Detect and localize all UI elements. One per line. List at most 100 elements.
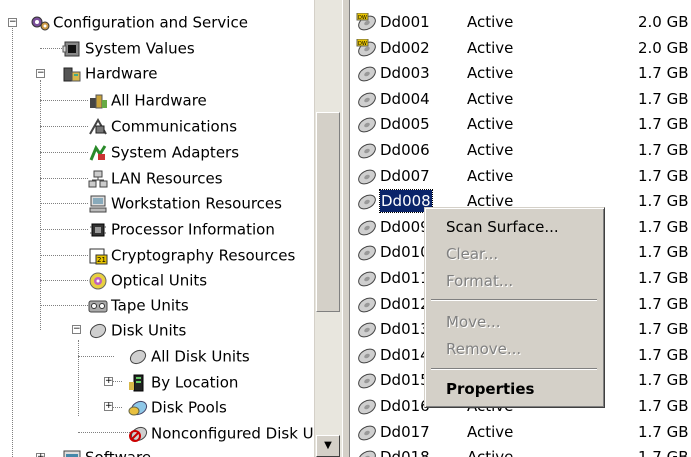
tree-item-processor-information[interactable]: Processor Information — [88, 218, 275, 240]
disk-unit-name: Dd015 — [380, 371, 430, 389]
disk-unit-capacity: 2.0 GB — [638, 39, 689, 57]
list-item[interactable]: Dd003 Active 1.7 GB — [350, 62, 691, 84]
scroll-down-button[interactable]: ▼ — [316, 435, 340, 457]
tree-item-label: LAN Resources — [111, 169, 223, 188]
disk-unit-name: Dd009 — [380, 218, 430, 236]
tree-line — [40, 229, 88, 231]
expand-expander[interactable]: + — [104, 377, 113, 386]
menu-item-scan-surface[interactable]: Scan Surface... — [428, 214, 601, 240]
list-item[interactable]: Dd007 Active 1.7 GB — [350, 165, 691, 187]
disk-unit-name: Dd002 — [380, 39, 430, 57]
optical-disc-icon — [88, 272, 108, 290]
disk-icon: DW — [356, 38, 378, 57]
menu-item-move[interactable]: Move... — [428, 309, 601, 335]
hardware-icon — [62, 65, 82, 83]
tree-item-communications[interactable]: Communications — [88, 115, 237, 137]
pane-splitter[interactable] — [342, 0, 350, 457]
dw-badge-icon — [356, 13, 368, 21]
tree-item-label: Communications — [111, 117, 238, 136]
tree-item-nonconfigured-disk-units[interactable]: Nonconfigured Disk Units — [128, 422, 314, 444]
tree-line — [40, 255, 88, 257]
tree-item-label: Configuration and Service — [53, 13, 248, 32]
tree-line — [40, 280, 88, 282]
scrollbar-thumb[interactable] — [316, 112, 340, 312]
tree-item-system-values[interactable]: System Values — [62, 37, 195, 59]
tree-item-label: Optical Units — [111, 271, 208, 290]
tree-item-label: Software — [85, 449, 151, 457]
tree-item-label: Tape Units — [111, 296, 189, 315]
disk-icon — [356, 397, 378, 415]
tree-line — [78, 432, 130, 434]
menu-item-clear[interactable]: Clear... — [428, 241, 601, 267]
disk-unit-status: Active — [467, 167, 514, 185]
tree-item-tape-units[interactable]: Tape Units — [88, 294, 189, 316]
disk-unit-capacity: 1.7 GB — [638, 371, 689, 389]
disk-icon — [356, 371, 378, 389]
disk-unit-status: Active — [467, 448, 514, 457]
disk-unit-name: Dd012 — [380, 295, 430, 313]
list-item[interactable]: Dd004 Active 1.7 GB — [350, 88, 691, 110]
tree-item-system-adapters[interactable]: System Adapters — [88, 141, 239, 163]
tree-item-lan-resources[interactable]: LAN Resources — [88, 167, 223, 189]
system-values-icon — [62, 40, 82, 58]
tree-item-label: By Location — [151, 373, 239, 392]
all-hardware-icon — [88, 92, 108, 110]
disk-unit-capacity: 1.7 GB — [638, 115, 689, 133]
disk-unit-name: Dd013 — [380, 320, 430, 338]
disk-unit-capacity: 1.7 GB — [638, 397, 689, 415]
tree-item-hardware[interactable]: Hardware — [62, 62, 157, 84]
menu-item-remove[interactable]: Remove... — [428, 336, 601, 362]
list-item[interactable]: Dd006 Active 1.7 GB — [350, 139, 691, 161]
tree-item-all-hardware[interactable]: All Hardware — [88, 89, 207, 111]
disk-unit-capacity: 1.7 GB — [638, 64, 689, 82]
disk-unit-name: Dd006 — [380, 141, 430, 159]
disk-icon — [356, 141, 378, 159]
menu-item-properties[interactable]: Properties — [428, 376, 601, 402]
disk-unit-capacity: 1.7 GB — [638, 346, 689, 364]
tree-item-label: System Values — [85, 39, 195, 58]
disk-icon — [356, 243, 378, 261]
disk-unit-capacity: 1.7 GB — [638, 141, 689, 159]
processor-icon — [88, 221, 108, 239]
tree-item-software[interactable]: Software — [62, 446, 151, 457]
list-item[interactable]: Dd017 Active 1.7 GB — [350, 421, 691, 443]
list-item[interactable]: DW Dd002 Active 2.0 GB — [350, 37, 691, 59]
expand-expander[interactable]: + — [36, 453, 45, 457]
disk-icon — [356, 346, 378, 364]
tree-item-label: Disk Units — [111, 321, 187, 340]
tree-item-all-disk-units[interactable]: All Disk Units — [128, 345, 250, 367]
tree-line — [40, 48, 62, 50]
tree-item-configuration-and-service[interactable]: Configuration and Service — [30, 11, 248, 33]
collapse-expander[interactable]: − — [72, 325, 81, 334]
tree-item-label: All Disk Units — [151, 347, 250, 366]
menu-item-format[interactable]: Format... — [428, 268, 601, 294]
tree-line — [40, 203, 88, 205]
disk-unit-status: Active — [467, 39, 514, 57]
disk-unit-name: Dd007 — [380, 167, 430, 185]
location-icon — [128, 374, 148, 392]
collapse-expander[interactable]: − — [8, 18, 17, 27]
disk-unit-capacity: 2.0 GB — [638, 13, 689, 31]
disk-icon — [356, 423, 378, 441]
collapse-expander[interactable]: − — [36, 69, 45, 78]
software-icon — [62, 449, 82, 457]
tree-line — [40, 126, 88, 128]
expand-expander[interactable]: + — [104, 402, 113, 411]
disk-unit-capacity: 1.7 GB — [638, 218, 689, 236]
navigation-tree: − Configuration and Service System Value… — [0, 0, 314, 457]
list-item[interactable]: DW Dd001 Active 2.0 GB — [350, 11, 691, 33]
tree-item-by-location[interactable]: By Location — [128, 371, 238, 393]
tree-line — [78, 356, 114, 358]
dw-badge-icon — [356, 39, 368, 47]
tree-item-disk-units[interactable]: Disk Units — [88, 319, 186, 341]
tree-item-workstation-resources[interactable]: Workstation Resources — [88, 192, 282, 214]
list-item[interactable]: Dd005 Active 1.7 GB — [350, 113, 691, 135]
disk-icon — [356, 115, 378, 133]
tree-item-disk-pools[interactable]: Disk Pools — [128, 396, 227, 418]
tree-vertical-scrollbar[interactable]: ▼ — [314, 0, 342, 457]
list-item[interactable]: Dd018 Active 1.7 GB — [350, 446, 691, 457]
tree-item-label: System Adapters — [111, 143, 240, 162]
tree-item-optical-units[interactable]: Optical Units — [88, 269, 207, 291]
tree-item-cryptography-resources[interactable]: 21 Cryptography Resources — [88, 244, 295, 266]
tree-line — [40, 100, 88, 102]
